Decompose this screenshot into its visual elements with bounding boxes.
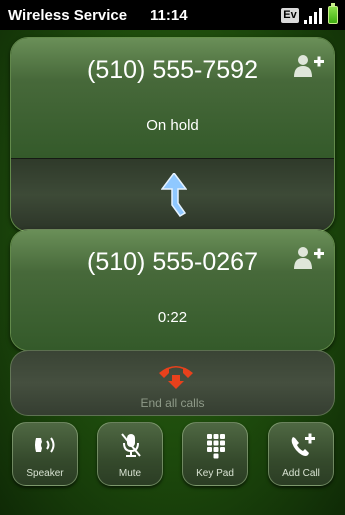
keypad-button[interactable]: Key Pad — [182, 422, 248, 486]
call-info-active[interactable]: (510) 555-0267 0:22 — [11, 230, 334, 350]
signal-strength-icon — [304, 8, 326, 24]
status-bar: Wireless Service 11:14 Ev — [0, 0, 345, 30]
add-call-button[interactable]: Add Call — [268, 422, 334, 486]
speaker-button[interactable]: Speaker — [12, 422, 78, 486]
add-call-label: Add Call — [282, 468, 320, 479]
keypad-label: Key Pad — [196, 468, 234, 479]
call-status: On hold — [146, 117, 199, 134]
call-duration: 0:22 — [157, 309, 188, 326]
add-call-icon — [291, 433, 315, 456]
call-card-active[interactable]: (510) 555-0267 0:22 — [10, 229, 335, 351]
speaker-icon — [35, 437, 55, 453]
speaker-label: Speaker — [26, 468, 64, 479]
end-all-calls-label: End all calls — [140, 396, 205, 410]
call-info-held[interactable]: (510) 555-7592 On hold — [11, 38, 334, 158]
end-all-calls-button[interactable]: End all calls — [10, 350, 335, 416]
mute-button[interactable]: Mute — [97, 422, 163, 486]
add-contact-icon[interactable] — [294, 245, 324, 271]
keypad-icon — [207, 434, 225, 459]
mute-label: Mute — [118, 468, 142, 479]
phone-number: (510) 555-7592 — [87, 56, 258, 84]
call-card-held[interactable]: (510) 555-7592 On hold — [10, 37, 335, 232]
carrier-name: Wireless Service — [8, 7, 128, 24]
add-contact-icon[interactable] — [294, 53, 324, 79]
network-type-icon: Ev — [281, 8, 299, 23]
clock: 11:14 — [150, 7, 188, 24]
mute-icon — [121, 433, 141, 457]
phone-number: (510) 555-0267 — [87, 248, 258, 276]
swap-arrow-icon — [161, 173, 187, 217]
swap-calls-button[interactable] — [11, 158, 334, 231]
hang-up-icon — [159, 366, 193, 389]
battery-icon — [328, 3, 338, 24]
